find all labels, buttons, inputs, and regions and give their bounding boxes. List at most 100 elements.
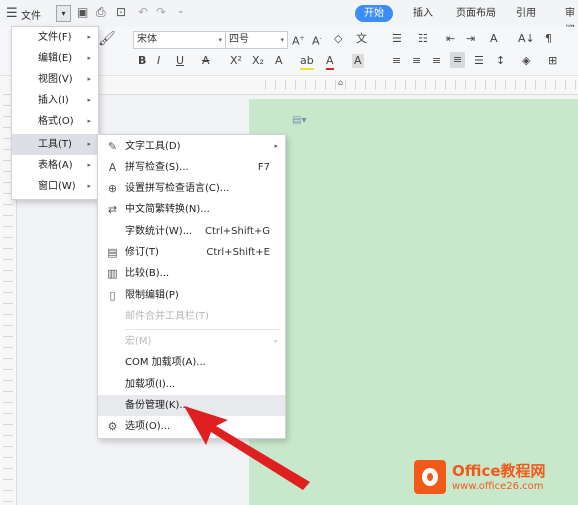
paste-options-icon[interactable]: ▤▾ bbox=[292, 115, 306, 126]
menu-item-chinese-convert[interactable]: ⇄ 中文简繁转换(N)... bbox=[98, 199, 285, 220]
compare-icon: ▥ bbox=[107, 267, 118, 280]
tab-page-layout[interactable]: 页面布局 bbox=[456, 5, 496, 22]
font-name-value: 宋体 bbox=[137, 34, 157, 45]
menu-item-view[interactable]: 视图(V) ▸ bbox=[12, 69, 98, 90]
menu-item-com-addins[interactable]: COM 加载项(A)... bbox=[98, 352, 285, 373]
menu-item-spellcheck[interactable]: A 拼写检查(S)... F7 bbox=[98, 157, 285, 178]
menu-item-file[interactable]: 文件(F) ▸ bbox=[12, 27, 98, 48]
increase-indent-icon[interactable]: ⇥ bbox=[466, 32, 475, 46]
menu-item-spellcheck-language[interactable]: ⊕ 设置拼写检查语言(C)... bbox=[98, 178, 285, 199]
clear-format-icon[interactable]: ◇ bbox=[334, 32, 342, 46]
shading-icon[interactable]: ◈ bbox=[522, 54, 530, 68]
font-color-icon[interactable]: A bbox=[326, 54, 334, 70]
distributed-icon[interactable]: ☰ bbox=[474, 54, 484, 68]
chevron-right-icon: ▸ bbox=[87, 161, 91, 169]
print-icon[interactable]: ⎙ bbox=[96, 5, 106, 20]
menu-item-table[interactable]: 表格(A) ▸ bbox=[12, 155, 98, 176]
line-spacing-icon[interactable]: ↕ bbox=[496, 54, 505, 68]
chevron-right-icon: ▸ bbox=[274, 337, 278, 345]
watermark-url: www.office26.com bbox=[452, 481, 544, 492]
hamburger-menu-icon[interactable]: ☰ bbox=[6, 6, 18, 21]
menu-item-label: 比较(B)... bbox=[125, 268, 170, 279]
menu-item-label: 文件(F) bbox=[38, 32, 72, 43]
font-name-select[interactable]: 宋体 ▾ bbox=[133, 31, 226, 49]
watermark-brand: Office教程网 bbox=[452, 462, 546, 480]
revision-icon: ▤ bbox=[107, 246, 118, 259]
borders-icon[interactable]: ⊞ bbox=[548, 54, 557, 68]
shortcut-text: F7 bbox=[257, 162, 270, 173]
char-shading-icon[interactable]: A bbox=[352, 54, 364, 68]
superscript-icon[interactable]: X² bbox=[230, 54, 242, 68]
menu-item-label: 表格(A) bbox=[38, 160, 73, 171]
menu-item-label: 编辑(E) bbox=[38, 53, 73, 64]
file-menu-button[interactable]: 文件 bbox=[21, 7, 41, 22]
tab-references[interactable]: 引用 bbox=[516, 5, 536, 22]
menu-item-label: 设置拼写检查语言(C)... bbox=[125, 183, 230, 194]
chevron-right-icon: ▸ bbox=[87, 75, 91, 83]
tab-insert[interactable]: 插入 bbox=[413, 5, 433, 22]
annotation-arrow bbox=[184, 406, 310, 490]
indent-marker-icon[interactable]: ⌂ bbox=[338, 78, 343, 87]
menu-item-label: 修订(T) bbox=[125, 247, 159, 258]
align-right-icon[interactable]: ≡ bbox=[432, 54, 441, 68]
menu-divider bbox=[125, 329, 280, 330]
text-effect-icon[interactable]: A bbox=[275, 54, 283, 68]
menu-item-label: 窗口(W) bbox=[38, 181, 76, 192]
decrease-indent-icon[interactable]: ⇤ bbox=[446, 32, 455, 46]
print-preview-icon[interactable]: ⊡ bbox=[116, 5, 126, 19]
undo-icon[interactable]: ↶ bbox=[138, 5, 148, 19]
menu-item-label: 拼写检查(S)... bbox=[125, 162, 189, 173]
subscript-icon[interactable]: X₂ bbox=[252, 54, 264, 68]
format-painter-icon[interactable]: 🖌 bbox=[98, 31, 116, 47]
menu-item-label: 限制编辑(P) bbox=[125, 290, 179, 301]
numbering-icon[interactable]: ☷ bbox=[418, 32, 428, 46]
customize-toolbar-icon[interactable]: ⌄ bbox=[177, 6, 185, 16]
shrink-font-icon[interactable]: A- bbox=[312, 32, 322, 49]
bullets-icon[interactable]: ☰ bbox=[392, 32, 402, 46]
bold-icon[interactable]: B bbox=[138, 54, 146, 68]
shortcut-text: Ctrl+Shift+G bbox=[204, 226, 270, 237]
font-size-select[interactable]: 四号 ▾ bbox=[225, 31, 288, 49]
menu-item-word-count[interactable]: 字数统计(W)... Ctrl+Shift+G bbox=[98, 221, 285, 242]
menu-item-insert[interactable]: 插入(I) ▸ bbox=[12, 90, 98, 111]
chevron-right-icon: ▸ bbox=[87, 182, 91, 190]
menu-item-tools[interactable]: 工具(T) ▸ bbox=[12, 134, 98, 155]
strikethrough-icon[interactable]: A bbox=[202, 54, 210, 68]
menu-item-edit[interactable]: 编辑(E) ▸ bbox=[12, 48, 98, 69]
menu-item-label: COM 加载项(A)... bbox=[125, 357, 206, 368]
highlight-icon[interactable]: ab bbox=[300, 54, 314, 70]
underline-icon[interactable]: U bbox=[176, 54, 184, 68]
text-direction-icon[interactable]: A bbox=[490, 32, 498, 46]
tab-home[interactable]: 开始 bbox=[355, 5, 393, 22]
align-left-icon[interactable]: ≡ bbox=[392, 54, 401, 68]
chevron-right-icon: ▸ bbox=[274, 142, 278, 150]
menu-item-label: 选项(O)... bbox=[125, 421, 171, 432]
grow-font-icon[interactable]: A+ bbox=[292, 32, 305, 49]
convert-icon: ⇄ bbox=[107, 203, 118, 216]
menu-item-track-changes[interactable]: ▤ 修订(T) Ctrl+Shift+E bbox=[98, 242, 285, 263]
tab-review[interactable]: 审阅 bbox=[565, 5, 578, 36]
sort-icon[interactable]: A↓ bbox=[518, 32, 535, 46]
align-center-icon[interactable]: ≡ bbox=[412, 54, 421, 68]
arrow-shape bbox=[184, 406, 310, 490]
menu-item-restrict-edit[interactable]: ▯ 限制编辑(P) bbox=[98, 285, 285, 306]
justify-icon[interactable]: ≡ bbox=[450, 52, 466, 68]
save-icon[interactable]: ▣ bbox=[77, 5, 88, 19]
chevron-right-icon: ▸ bbox=[87, 54, 91, 62]
menu-item-text-tools[interactable]: ✎ 文字工具(D) ▸ bbox=[98, 136, 285, 157]
redo-icon[interactable]: ↷ bbox=[156, 5, 166, 19]
menu-item-compare[interactable]: ▥ 比较(B)... bbox=[98, 263, 285, 284]
chevron-right-icon: ▸ bbox=[87, 140, 91, 148]
menu-item-addins[interactable]: 加载项(I)... bbox=[98, 374, 285, 395]
menu-item-window[interactable]: 窗口(W) ▸ bbox=[12, 176, 98, 197]
tools-submenu: ✎ 文字工具(D) ▸ A 拼写检查(S)... F7 ⊕ 设置拼写检查语言(C)... … bbox=[97, 134, 286, 439]
menu-item-format[interactable]: 格式(O) ▸ bbox=[12, 111, 98, 132]
chevron-down-icon: ▾ bbox=[280, 36, 284, 44]
menu-item-label: 工具(T) bbox=[38, 139, 72, 150]
menu-item-label: 文字工具(D) bbox=[125, 141, 181, 152]
italic-icon[interactable]: I bbox=[157, 54, 160, 68]
phonetic-icon[interactable]: 文 bbox=[356, 32, 367, 46]
menu-item-label: 字数统计(W)... bbox=[125, 226, 193, 237]
show-marks-icon[interactable]: ¶ bbox=[545, 32, 552, 46]
file-dropdown-button[interactable]: ▾ bbox=[56, 5, 71, 22]
